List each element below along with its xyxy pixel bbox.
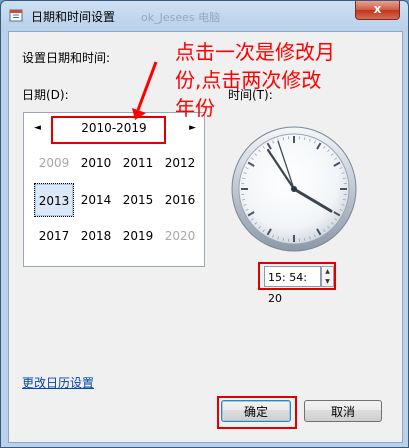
spin-up-icon[interactable]: ▲ — [322, 267, 333, 277]
year-cell[interactable]: 2010 — [76, 146, 116, 180]
year-cell[interactable]: 2012 — [160, 146, 200, 180]
ok-button[interactable]: 确定 — [221, 400, 291, 422]
annotation-text-line1: 点击一次是修改月 — [175, 40, 335, 64]
time-spinner[interactable]: ▲ ▼ — [321, 266, 334, 287]
year-cell[interactable]: 2011 — [118, 146, 158, 180]
year-cell[interactable]: 2017 — [34, 219, 74, 253]
cancel-button[interactable]: 取消 — [304, 400, 382, 422]
year-cell[interactable]: 2014 — [76, 183, 116, 217]
calendar: ◄ 2010-2019 ► 2009 2010 2011 2012 2013 2014 20… — [23, 112, 205, 267]
set-datetime-label: 设置日期和时间: — [22, 51, 111, 65]
date-label: 日期(D): — [22, 88, 69, 102]
window-title: 日期和时间设置 — [31, 10, 116, 24]
year-cell[interactable]: 2015 — [118, 183, 158, 217]
spin-down-icon[interactable]: ▼ — [322, 277, 333, 287]
title-bar[interactable]: 日期和时间设置 ok_Jesees 电脑 x — [1, 1, 408, 31]
year-cell[interactable]: 2009 — [34, 146, 74, 180]
analog-clock — [231, 126, 357, 252]
annotation-text-line2: 份,点击两次修改 — [175, 68, 322, 92]
year-cell[interactable]: 2013 — [34, 183, 74, 217]
year-cell[interactable]: 2018 — [76, 219, 116, 253]
year-cell[interactable]: 2016 — [160, 183, 200, 217]
time-input[interactable]: 15: 54: 20 — [264, 266, 321, 305]
calendar-clock-icon — [9, 9, 23, 22]
background-window-title: ok_Jesees 电脑 — [141, 11, 221, 24]
annotation-text-line3: 年份 — [175, 96, 215, 120]
close-button[interactable]: x — [355, 1, 400, 20]
change-calendar-settings-link[interactable]: 更改日历设置 — [22, 374, 94, 391]
calendar-header[interactable]: 2010-2019 — [24, 121, 204, 135]
annotation-arrow-icon — [132, 61, 158, 120]
year-cell[interactable]: 2020 — [160, 219, 200, 253]
year-cell[interactable]: 2019 — [118, 219, 158, 253]
next-decade-icon[interactable]: ► — [189, 123, 196, 133]
